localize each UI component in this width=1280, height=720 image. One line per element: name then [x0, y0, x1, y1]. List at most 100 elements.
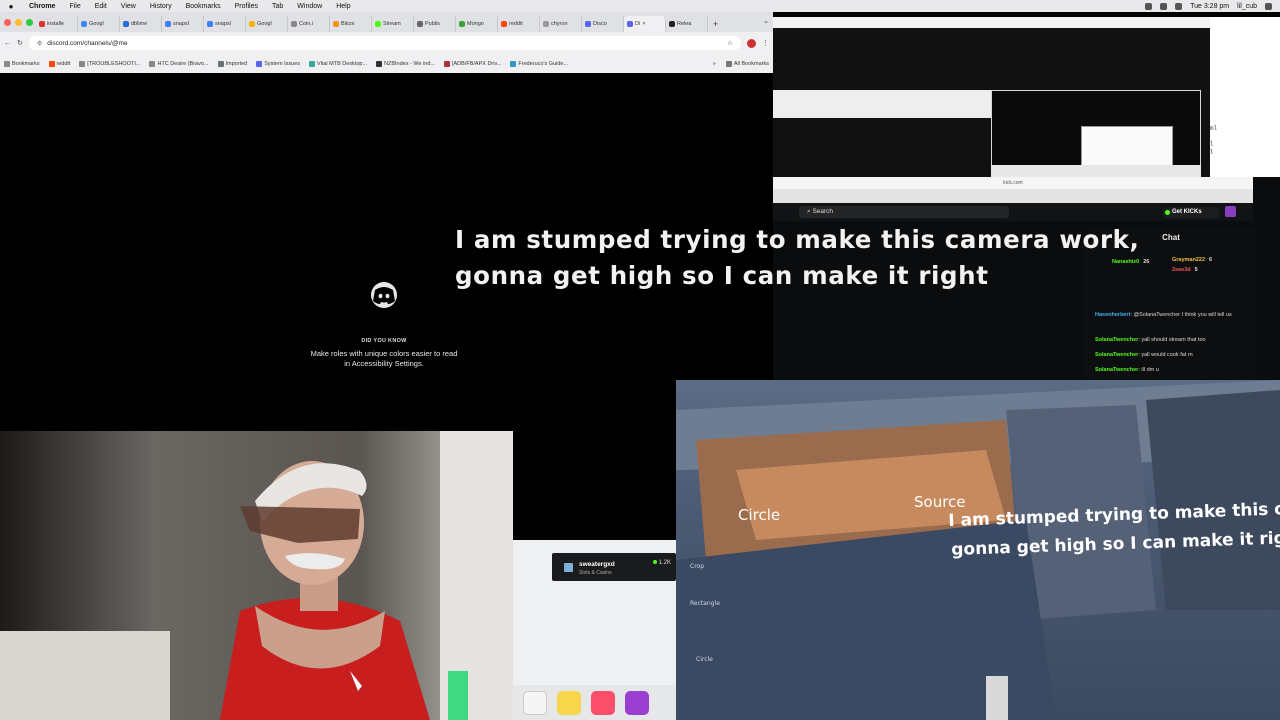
leaderboard-name: 2see3d [1172, 267, 1191, 273]
chat-username[interactable]: SolanaTwencher [1095, 352, 1138, 358]
leaderboard-count: 6 [1209, 257, 1213, 263]
window-controls [4, 19, 33, 26]
chat-message[interactable]: SolanaTwencher: ill dm u [1095, 366, 1243, 374]
more-menu-icon[interactable]: ⋮ [762, 39, 769, 47]
tab-favicon-icon [249, 21, 255, 27]
address-bar[interactable]: ⚙ discord.com/channels/@me ☆ [28, 36, 741, 50]
menu-history[interactable]: History [143, 3, 179, 10]
mac-menu-bar: ● Chrome File Edit View History Bookmark… [0, 0, 1280, 12]
menu-file[interactable]: File [62, 3, 87, 10]
kick-url-bar[interactable]: kick.com [773, 177, 1253, 189]
viewer-count-value: 1.2K [658, 560, 671, 566]
tab-3[interactable]: snapsl [162, 16, 204, 32]
zoom-window-button[interactable] [26, 19, 33, 26]
new-tab-button[interactable]: + [708, 16, 723, 32]
bookmark-favicon-icon [149, 60, 156, 67]
tab-label: Di [635, 21, 641, 27]
chrome-window: installe Googl dblime snapsl snapsl Googl Coin… [0, 12, 773, 73]
address-url[interactable]: discord.com/channels/@me [47, 40, 722, 47]
chat-username[interactable]: SolanaTwencher [1095, 337, 1138, 343]
tab-11[interactable]: reddit [498, 16, 540, 32]
tab-7[interactable]: Bitcoi [330, 16, 372, 32]
tab-9[interactable]: Publis [414, 16, 456, 32]
avatar[interactable] [1225, 206, 1236, 217]
battery-icon[interactable] [1160, 2, 1168, 10]
bookmark-label: HTC Desire (Bravo... [157, 60, 209, 67]
tab-10[interactable]: Mongo [456, 16, 498, 32]
close-window-button[interactable] [4, 19, 11, 26]
bookmark-item[interactable]: Imported [217, 60, 248, 67]
chat-message[interactable]: Haxenherbert: @SolanaTwencher I think yo… [1095, 311, 1243, 319]
bookmark-item[interactable]: System Issues [256, 60, 300, 67]
leaderboard-entry[interactable]: Grayman222 6 [1172, 257, 1212, 263]
menu-app-name[interactable]: Chrome [22, 3, 62, 10]
menu-profiles[interactable]: Profiles [228, 3, 265, 10]
tab-search-icon[interactable]: ⌄ [763, 17, 769, 25]
kick-nav: ⌕ Search Get KICKs [773, 203, 1253, 221]
chat-username[interactable]: Haxenherbert [1095, 312, 1130, 318]
minimize-window-button[interactable] [15, 19, 22, 26]
get-kicks-button[interactable]: Get KICKs [1163, 207, 1219, 218]
tab-favicon-icon [627, 21, 633, 27]
back-icon[interactable]: ← [4, 40, 11, 47]
chat-message[interactable]: SolanaTwencher: yall should stream that … [1095, 336, 1243, 344]
tab-14[interactable]: Di × [624, 16, 666, 32]
menu-view[interactable]: View [114, 3, 143, 10]
reload-icon[interactable]: ↻ [17, 39, 23, 47]
all-bookmarks-folder[interactable]: All Bookmarks [725, 60, 769, 67]
menu-window[interactable]: Window [290, 3, 329, 10]
kick-search-input[interactable]: ⌕ Search [799, 206, 1009, 218]
tab-label: Stream [383, 21, 401, 27]
tab-favicon-icon [543, 21, 549, 27]
stickies-app-icon[interactable] [557, 690, 581, 715]
tab-label: chyron [551, 21, 568, 27]
control-center-icon[interactable] [1265, 2, 1272, 10]
music-app-icon[interactable] [591, 690, 615, 715]
bookmark-item[interactable]: HTC Desire (Bravo... [149, 60, 209, 67]
leaderboard-entry[interactable]: 2see3d 5 [1172, 267, 1198, 273]
menu-edit[interactable]: Edit [88, 3, 114, 10]
bookmark-item[interactable]: NZBIndex - We ind... [376, 60, 435, 67]
tab-15[interactable]: Relea [666, 16, 708, 32]
bookmark-item[interactable]: reddit [48, 60, 70, 67]
tab-1[interactable]: Googl [78, 16, 120, 32]
bookmark-star-icon[interactable]: ☆ [727, 39, 733, 47]
kick-url: kick.com [1003, 180, 1023, 186]
leaderboard-name: Grayman222 [1172, 257, 1206, 263]
stream-tile[interactable]: sweatergxd Slots & Casino 1.2K [552, 553, 676, 581]
bookmark-item[interactable]: Vital MTB Desktop... [309, 60, 367, 67]
bookmark-item[interactable]: Bookmarks [4, 60, 40, 67]
tab-0[interactable]: installe [36, 16, 78, 32]
bookmark-label: System Issues [264, 60, 300, 67]
tab-6[interactable]: Coin.i [288, 16, 330, 32]
tab-2[interactable]: dblime [120, 16, 162, 32]
bookmarks-overflow-icon[interactable]: » [713, 61, 716, 67]
bookmark-item[interactable]: Frederuco's Guide... [510, 60, 568, 67]
tab-favicon-icon [333, 21, 339, 27]
notes-app-icon[interactable] [523, 690, 547, 715]
tab-13[interactable]: Disco [582, 16, 624, 32]
close-tab-icon[interactable]: × [642, 21, 645, 27]
bookmark-item[interactable]: [TROUBLESHOOTI... [79, 60, 140, 67]
menu-tab[interactable]: Tab [265, 3, 290, 10]
site-info-icon[interactable]: ⚙ [37, 40, 42, 47]
bookmark-item[interactable]: [ADB/FB/APX Driv... [443, 60, 501, 67]
tab-4[interactable]: snapsl [204, 16, 246, 32]
search-icon[interactable] [1175, 2, 1183, 10]
user-name[interactable]: lil_cub [1237, 3, 1257, 10]
menu-bookmarks[interactable]: Bookmarks [179, 3, 228, 10]
wifi-icon[interactable] [1145, 2, 1153, 10]
tab-label: dblime [131, 21, 148, 27]
tab-12[interactable]: chyron [540, 16, 582, 32]
tab-8[interactable]: Stream [372, 16, 414, 32]
menu-help[interactable]: Help [329, 3, 357, 10]
bookmarks-bar: Bookmarks reddit [TROUBLESHOOTI... HTC Desi… [0, 54, 773, 73]
tab-5[interactable]: Googl [246, 16, 288, 32]
chat-username[interactable]: SolanaTwencher [1095, 367, 1138, 373]
chat-message[interactable]: SolanaTwencher: yall would cook fat rn [1095, 351, 1243, 359]
bookmark-label: Imported [225, 60, 248, 67]
clock[interactable]: Tue 3:28 pm [1190, 3, 1229, 10]
podcasts-app-icon[interactable] [625, 690, 649, 715]
profile-icon[interactable] [747, 38, 756, 48]
apple-icon[interactable]: ● [0, 2, 22, 11]
